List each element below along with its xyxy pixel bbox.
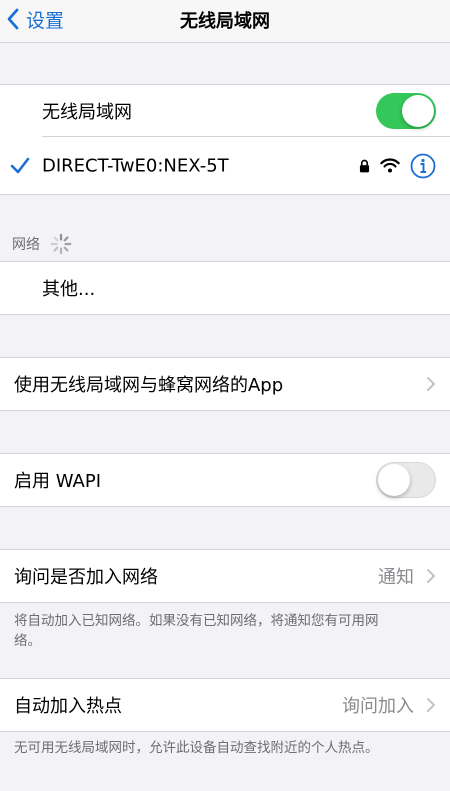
ask-join-group: 询问是否加入网络 通知 bbox=[0, 549, 450, 603]
auto-join-hotspot-row[interactable]: 自动加入热点 询问加入 bbox=[0, 679, 450, 731]
wifi-icon bbox=[380, 158, 400, 173]
ask-join-footer: 将自动加入已知网络。如果没有已知网络，将通知您有可用网络。 bbox=[14, 613, 379, 649]
page-title: 无线局域网 bbox=[180, 11, 270, 32]
wapi-group: 启用 WAPI bbox=[0, 453, 450, 507]
navigation-bar: 设置 无线局域网 bbox=[0, 0, 450, 43]
network-status-icons bbox=[359, 153, 436, 179]
networks-section-header: 网络 bbox=[12, 233, 72, 255]
chevron-right-icon bbox=[427, 698, 435, 712]
wlan-toggle[interactable] bbox=[376, 93, 436, 129]
hotspot-footer: 无可用无线局域网时，允许此设备自动查找附近的个人热点。 bbox=[14, 740, 379, 756]
chevron-right-icon bbox=[427, 377, 435, 391]
toggle-knob bbox=[378, 464, 410, 496]
apps-using-wlan-row[interactable]: 使用无线局域网与蜂窝网络的App bbox=[0, 358, 450, 410]
auto-join-hotspot-value: 询问加入 bbox=[342, 696, 414, 717]
apps-using-wlan-label: 使用无线局域网与蜂窝网络的App bbox=[14, 375, 284, 396]
wlan-group: 无线局域网 DIRECT-TwE0:NEX-5T bbox=[0, 84, 450, 195]
lock-icon bbox=[359, 159, 370, 172]
chevron-right-icon bbox=[427, 569, 435, 583]
networks-header-label: 网络 bbox=[12, 237, 40, 253]
checkmark-icon bbox=[10, 157, 30, 173]
connected-network-name: DIRECT-TwE0:NEX-5T bbox=[42, 155, 229, 176]
wapi-toggle[interactable] bbox=[376, 462, 436, 498]
loading-spinner-icon bbox=[50, 233, 72, 255]
wapi-row: 启用 WAPI bbox=[0, 454, 450, 506]
other-network-row[interactable]: 其他... bbox=[0, 262, 450, 314]
wlan-toggle-label: 无线局域网 bbox=[42, 102, 132, 123]
auto-join-hotspot-label: 自动加入热点 bbox=[14, 696, 122, 717]
apps-group: 使用无线局域网与蜂窝网络的App bbox=[0, 357, 450, 411]
connected-network-row[interactable]: DIRECT-TwE0:NEX-5T bbox=[0, 137, 450, 194]
ask-join-value: 通知 bbox=[378, 567, 414, 588]
wlan-toggle-row: 无线局域网 bbox=[0, 85, 450, 137]
toggle-knob bbox=[402, 95, 434, 127]
hotspot-group: 自动加入热点 询问加入 bbox=[0, 678, 450, 732]
other-networks-group: 其他... bbox=[0, 261, 450, 315]
ask-join-label: 询问是否加入网络 bbox=[14, 567, 158, 588]
other-network-label: 其他... bbox=[42, 279, 96, 300]
wapi-label: 启用 WAPI bbox=[14, 471, 102, 492]
ask-join-row[interactable]: 询问是否加入网络 通知 bbox=[0, 550, 450, 602]
info-icon[interactable] bbox=[410, 153, 436, 179]
